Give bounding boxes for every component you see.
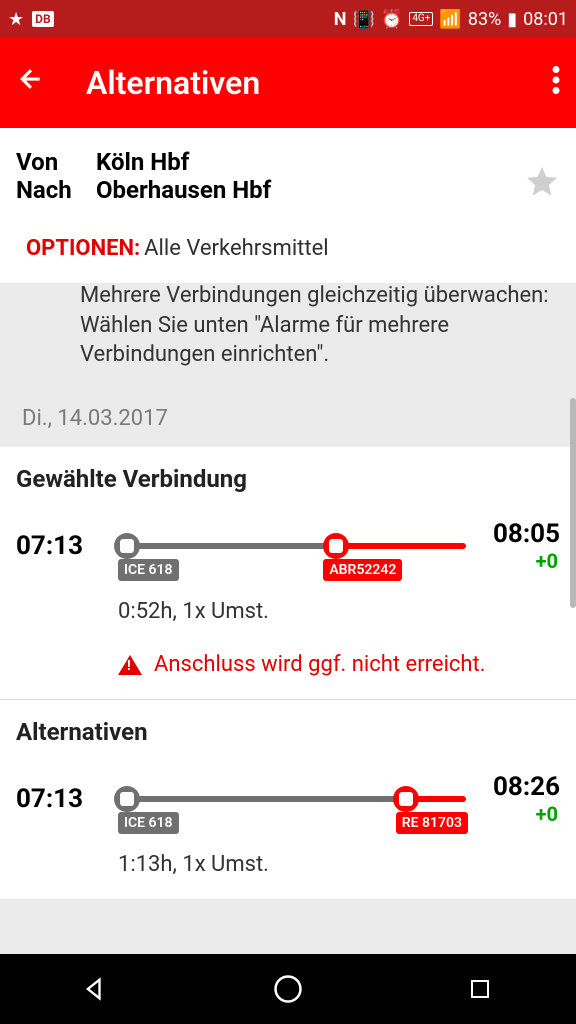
nfc-icon: N xyxy=(334,9,347,30)
connection-timeline: ICE 618 ABR52242 xyxy=(118,523,466,569)
info-hint-text: Mehrere Verbindungen gleichzeitig überwa… xyxy=(80,281,552,370)
train-badge: ICE 618 xyxy=(118,812,179,834)
to-value: Oberhausen Hbf xyxy=(96,176,271,204)
delay-delta: +0 xyxy=(476,549,560,573)
signal-icon: 📶 xyxy=(439,9,461,30)
options-row[interactable]: OPTIONEN: Alle Verkehrsmittel xyxy=(16,204,560,279)
connection-card[interactable]: 07:13 ICE 618 ABR52242 08:05 +0 0:52h, 1… xyxy=(0,517,576,700)
selected-connection-title: Gewählte Verbindung xyxy=(16,465,560,493)
vibrate-icon: 📳 xyxy=(352,9,374,30)
departure-time: 07:13 xyxy=(16,531,108,561)
to-label: Nach xyxy=(16,176,96,204)
train-node-icon xyxy=(114,533,140,559)
nav-recents-button[interactable] xyxy=(460,969,500,1009)
train-node-icon xyxy=(114,786,140,812)
date-header: Di., 14.03.2017 xyxy=(0,390,576,447)
from-label: Von xyxy=(16,148,96,176)
connection-card[interactable]: 07:13 ICE 618 RE 81703 08:26 +0 1:13h, 1… xyxy=(0,770,576,899)
nav-back-button[interactable] xyxy=(76,969,116,1009)
network-4g-icon: 4G+ xyxy=(409,12,433,26)
overflow-menu-button[interactable] xyxy=(530,66,560,101)
clock: 08:01 xyxy=(523,9,568,30)
app-bar: Alternativen xyxy=(0,38,576,128)
train-badge: ICE 618 xyxy=(118,559,179,581)
db-notification-icon: DB xyxy=(32,11,53,27)
connection-timeline: ICE 618 RE 81703 xyxy=(118,776,466,822)
nav-home-button[interactable] xyxy=(268,969,308,1009)
scrollbar-thumb[interactable] xyxy=(570,398,576,608)
train-node-icon xyxy=(323,533,349,559)
options-value: Alle Verkehrsmittel xyxy=(144,236,328,261)
star-notification-icon: ★ xyxy=(8,9,24,30)
battery-percent: 83% xyxy=(468,9,501,30)
route-summary: Von Köln Hbf Nach Oberhausen Hbf OPTIONE… xyxy=(0,128,576,283)
connection-warning-text: Anschluss wird ggf. nicht erreicht. xyxy=(154,652,486,677)
departure-time: 07:13 xyxy=(16,784,108,814)
back-button[interactable] xyxy=(16,64,56,102)
selected-connection-section: Gewählte Verbindung xyxy=(0,447,576,517)
connection-warning: Anschluss wird ggf. nicht erreicht. xyxy=(16,624,560,677)
page-title: Alternativen xyxy=(56,64,530,102)
favorite-star-button[interactable] xyxy=(524,164,560,204)
train-node-icon xyxy=(393,786,419,812)
train-badge: RE 81703 xyxy=(396,812,468,834)
delay-delta: +0 xyxy=(476,802,560,826)
arrival-time: 08:05 xyxy=(476,519,560,549)
android-statusbar: ★ DB N 📳 ⏰ 4G+ 📶 83% ▮ 08:01 xyxy=(0,0,576,38)
alternatives-title: Alternativen xyxy=(16,718,560,746)
warning-triangle-icon xyxy=(118,655,142,675)
android-navbar xyxy=(0,954,576,1024)
battery-icon: ▮ xyxy=(507,9,517,30)
options-label: OPTIONEN: xyxy=(26,236,140,261)
from-value: Köln Hbf xyxy=(96,148,189,176)
train-badge: ABR52242 xyxy=(323,559,402,581)
alternatives-section: Alternativen xyxy=(0,700,576,770)
arrival-time: 08:26 xyxy=(476,772,560,802)
alarm-icon: ⏰ xyxy=(381,9,403,30)
info-hint: Mehrere Verbindungen gleichzeitig überwa… xyxy=(0,281,576,390)
